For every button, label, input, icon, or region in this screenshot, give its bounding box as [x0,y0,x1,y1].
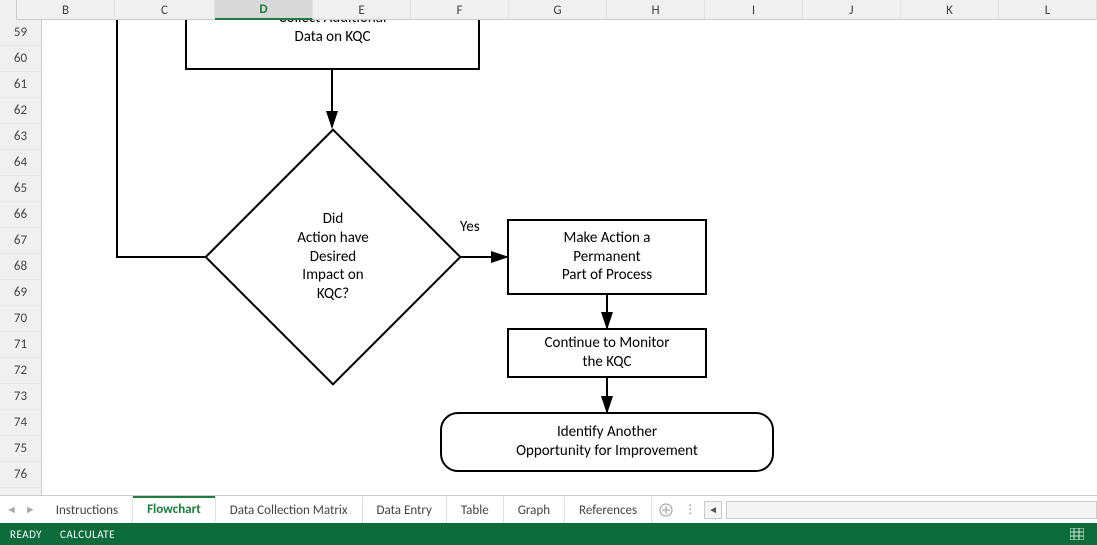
row-header-67[interactable]: 67 [0,228,41,254]
worksheet-tab-strip: ◄ ► InstructionsFlowchartData Collection… [0,495,1097,523]
column-header-E[interactable]: E [313,0,411,20]
cells-area[interactable]: Collect Additional Data on KQC Did Actio… [42,20,1097,495]
row-header-64[interactable]: 64 [0,150,41,176]
row-header-66[interactable]: 66 [0,202,41,228]
horizontal-scroll-area: ◄ [700,496,1097,523]
row-header-75[interactable]: 75 [0,436,41,462]
select-all-corner[interactable] [0,0,17,20]
row-header-73[interactable]: 73 [0,384,41,410]
flow-decision-label: Did Action have Desired Impact on KQC? [297,210,368,304]
flow-box-permanent-label: Make Action a Permanent Part of Process [562,229,652,285]
hscroll-track[interactable] [726,501,1097,519]
row-header-62[interactable]: 62 [0,98,41,124]
flow-box-permanent[interactable]: Make Action a Permanent Part of Process [507,219,707,295]
grid-body: 596061626364656667686970717273747576 [0,20,1097,495]
tab-nav-next-icon[interactable]: ► [25,503,36,516]
column-header-I[interactable]: I [705,0,803,20]
column-header-L[interactable]: L [999,0,1097,20]
tab-nav-controls: ◄ ► [0,496,42,523]
tab-instructions[interactable]: Instructions [42,496,133,523]
flow-box-collect[interactable]: Collect Additional Data on KQC [185,20,480,70]
flow-decision[interactable]: Did Action have Desired Impact on KQC? [242,166,424,348]
column-header-B[interactable]: B [17,0,115,20]
tab-flowchart[interactable]: Flowchart [133,496,216,523]
column-headers-row: BCDEFGHIJKL [0,0,1097,20]
tab-overflow-icon[interactable]: ⋮ [680,496,700,523]
spreadsheet-app: BCDEFGHIJKL 5960616263646566676869707172… [0,0,1097,545]
row-header-68[interactable]: 68 [0,254,41,280]
status-bar: READY CALCULATE [0,523,1097,545]
status-calculate: CALCULATE [60,528,115,541]
row-header-72[interactable]: 72 [0,358,41,384]
column-header-K[interactable]: K [901,0,999,20]
add-sheet-button[interactable] [652,496,680,523]
tab-data-collection-matrix[interactable]: Data Collection Matrix [216,496,363,523]
flow-box-identify-label: Identify Another Opportunity for Improve… [516,423,698,461]
column-header-D[interactable]: D [215,0,313,20]
column-header-C[interactable]: C [115,0,215,20]
hscroll-left-button[interactable]: ◄ [704,501,722,519]
status-ready: READY [10,528,42,541]
row-header-74[interactable]: 74 [0,410,41,436]
row-header-63[interactable]: 63 [0,124,41,150]
row-header-69[interactable]: 69 [0,280,41,306]
row-header-71[interactable]: 71 [0,332,41,358]
row-header-65[interactable]: 65 [0,176,41,202]
tab-nav-prev-icon[interactable]: ◄ [6,503,17,516]
flow-box-monitor[interactable]: Continue to Monitor the KQC [507,328,707,378]
row-header-60[interactable]: 60 [0,46,41,72]
flowchart-layer: Collect Additional Data on KQC Did Actio… [42,20,1097,495]
tab-table[interactable]: Table [447,496,504,523]
tab-references[interactable]: References [565,496,652,523]
column-header-G[interactable]: G [509,0,607,20]
column-header-H[interactable]: H [607,0,705,20]
row-header-59[interactable]: 59 [0,20,41,46]
flow-yes-label: Yes [460,218,480,236]
flow-box-monitor-label: Continue to Monitor the KQC [545,334,670,372]
row-headers: 596061626364656667686970717273747576 [0,20,42,495]
row-header-70[interactable]: 70 [0,306,41,332]
tab-graph[interactable]: Graph [504,496,565,523]
row-header-61[interactable]: 61 [0,72,41,98]
view-grid-icon[interactable] [1067,527,1087,541]
column-header-F[interactable]: F [411,0,509,20]
row-header-76[interactable]: 76 [0,462,41,488]
flow-box-collect-label: Collect Additional Data on KQC [279,20,387,46]
column-header-J[interactable]: J [803,0,901,20]
plus-icon [659,503,673,517]
flow-box-identify[interactable]: Identify Another Opportunity for Improve… [440,412,774,472]
tab-data-entry[interactable]: Data Entry [363,496,447,523]
